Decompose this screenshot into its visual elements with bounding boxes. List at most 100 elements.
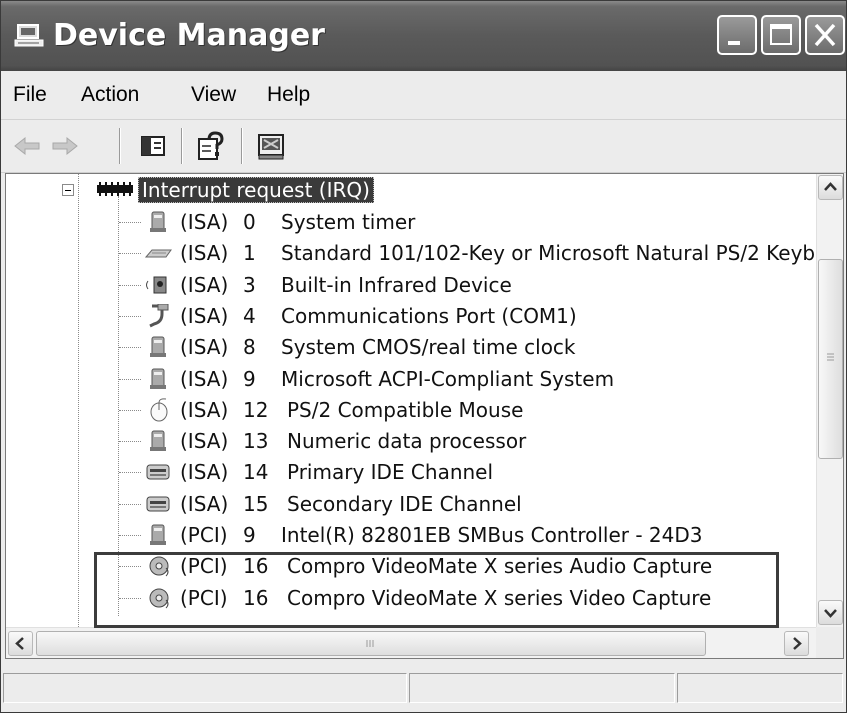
device-name: Microsoft ACPI-Compliant System: [281, 367, 615, 391]
irq-bus: (ISA): [180, 273, 229, 297]
system-device-icon: [150, 368, 166, 389]
irq-row[interactable]: (ISA) 8 System CMOS/real time clock: [6, 331, 816, 363]
keyboard-icon: [144, 249, 172, 258]
title-bar[interactable]: Device Manager: [1, 1, 846, 71]
irq-chip-icon: [97, 182, 133, 196]
maximize-icon: [770, 24, 792, 45]
status-panel-tertiary: [677, 673, 843, 703]
irq-bus: (ISA): [180, 304, 229, 328]
ide-controller-icon: [146, 496, 170, 512]
toolbar: [1, 120, 846, 173]
irq-number: 9: [243, 523, 256, 547]
device-name: Standard 101/102-Key or Microsoft Natura…: [281, 241, 816, 265]
scroll-right-button[interactable]: [784, 631, 809, 656]
irq-row[interactable]: (ISA) 15 Secondary IDE Channel: [6, 488, 816, 520]
menu-action[interactable]: Action: [81, 71, 139, 119]
irq-row[interactable]: (ISA) 1 Standard 101/102-Key or Microsoft …: [6, 237, 816, 269]
grip-icon: [827, 353, 834, 361]
irq-number: 4: [243, 304, 256, 328]
infrared-icon: [146, 276, 167, 294]
irq-bus: (ISA): [180, 429, 229, 453]
irq-bus: (ISA): [180, 492, 229, 516]
forward-arrow-icon[interactable]: [47, 128, 83, 164]
close-button[interactable]: [805, 15, 845, 55]
irq-number: 16: [243, 586, 269, 610]
horizontal-scroll-thumb[interactable]: [36, 631, 706, 656]
device-name: Intel(R) 82801EB SMBus Controller - 24D3: [281, 523, 703, 547]
device-manager-window: Device Manager File Action View Help Int…: [0, 0, 847, 713]
chevron-down-icon: [824, 609, 837, 618]
irq-number: 15: [243, 492, 269, 516]
device-name: Compro VideoMate X series Audio Capture: [287, 554, 713, 578]
grip-icon: [366, 640, 374, 647]
device-name: System CMOS/real time clock: [281, 335, 576, 359]
irq-number: 13: [243, 429, 269, 453]
menu-help[interactable]: Help: [267, 71, 310, 119]
minimize-icon: [728, 41, 740, 45]
irq-bus: (PCI): [180, 523, 228, 547]
tree-category-irq[interactable]: Interrupt request (IRQ): [138, 174, 374, 206]
multimedia-icon: [149, 556, 169, 577]
status-panel-secondary: [409, 673, 675, 703]
irq-row[interactable]: (ISA) 14 Primary IDE Channel: [6, 456, 816, 488]
menu-file[interactable]: File: [13, 71, 47, 119]
chevron-right-icon: [793, 637, 802, 650]
mouse-icon: [150, 398, 168, 422]
status-panel-main: [3, 673, 407, 703]
irq-row[interactable]: (ISA) 9 Microsoft ACPI-Compliant System: [6, 363, 816, 395]
irq-number: 14: [243, 460, 269, 484]
maximize-button[interactable]: [761, 15, 801, 55]
properties-help-icon[interactable]: [193, 128, 229, 164]
irq-number: 16: [243, 554, 269, 578]
irq-row[interactable]: (ISA) 13 Numeric data processor: [6, 425, 816, 457]
system-device-icon: [150, 524, 166, 545]
scrollbar-corner: [816, 627, 843, 658]
irq-bus: (ISA): [180, 367, 229, 391]
back-arrow-icon[interactable]: [9, 128, 45, 164]
vertical-scroll-thumb[interactable]: [818, 259, 843, 459]
chevron-left-icon: [15, 637, 24, 650]
irq-bus: (ISA): [180, 241, 229, 265]
device-manager-icon: [14, 24, 44, 47]
device-name: Compro VideoMate X series Video Capture: [287, 586, 712, 610]
scroll-down-button[interactable]: [818, 600, 843, 625]
irq-row[interactable]: (ISA) 0 System timer: [6, 206, 816, 238]
system-device-icon: [150, 430, 166, 451]
irq-number: 3: [243, 273, 256, 297]
irq-row[interactable]: (PCI) 16 Compro VideoMate X series Audio C…: [6, 550, 816, 582]
ide-controller-icon: [146, 464, 170, 480]
toolbar-separator: [241, 128, 243, 164]
irq-row[interactable]: (ISA) 4 Communications Port (COM1): [6, 300, 816, 332]
device-tree[interactable]: Interrupt request (IRQ) (ISA) 0 System tim…: [6, 174, 816, 627]
irq-number: 1: [243, 241, 256, 265]
irq-row[interactable]: (ISA) 3 Built-in Infrared Device: [6, 269, 816, 301]
irq-number: 8: [243, 335, 256, 359]
vertical-scrollbar[interactable]: [816, 174, 843, 627]
status-bar: [1, 663, 846, 712]
system-device-icon: [150, 211, 166, 232]
window-title: Device Manager: [53, 18, 325, 53]
chevron-up-icon: [824, 182, 837, 191]
horizontal-scrollbar[interactable]: [6, 627, 816, 658]
irq-number: 0: [243, 210, 256, 234]
collapse-toggle[interactable]: [62, 184, 74, 196]
device-name: Secondary IDE Channel: [287, 492, 522, 516]
close-icon: [814, 23, 836, 47]
scroll-up-button[interactable]: [818, 175, 843, 200]
device-name: Numeric data processor: [287, 429, 527, 453]
irq-bus: (PCI): [180, 554, 228, 578]
irq-row[interactable]: (PCI) 16 Compro VideoMate X series Video C…: [6, 582, 816, 614]
irq-bus: (ISA): [180, 398, 229, 422]
multimedia-icon: [149, 588, 169, 609]
scroll-left-button[interactable]: [8, 631, 33, 656]
device-name: System timer: [281, 210, 416, 234]
scan-hardware-icon[interactable]: [253, 128, 289, 164]
irq-row[interactable]: (ISA) 12 PS/2 Compatible Mouse: [6, 394, 816, 426]
irq-bus: (ISA): [180, 335, 229, 359]
device-name: Communications Port (COM1): [281, 304, 577, 328]
minimize-button[interactable]: [717, 15, 757, 55]
irq-row[interactable]: (PCI) 9 Intel(R) 82801EB SMBus Controller …: [6, 519, 816, 551]
irq-number: 12: [243, 398, 269, 422]
menu-view[interactable]: View: [191, 71, 236, 119]
show-hide-console-tree-icon[interactable]: [135, 128, 171, 164]
